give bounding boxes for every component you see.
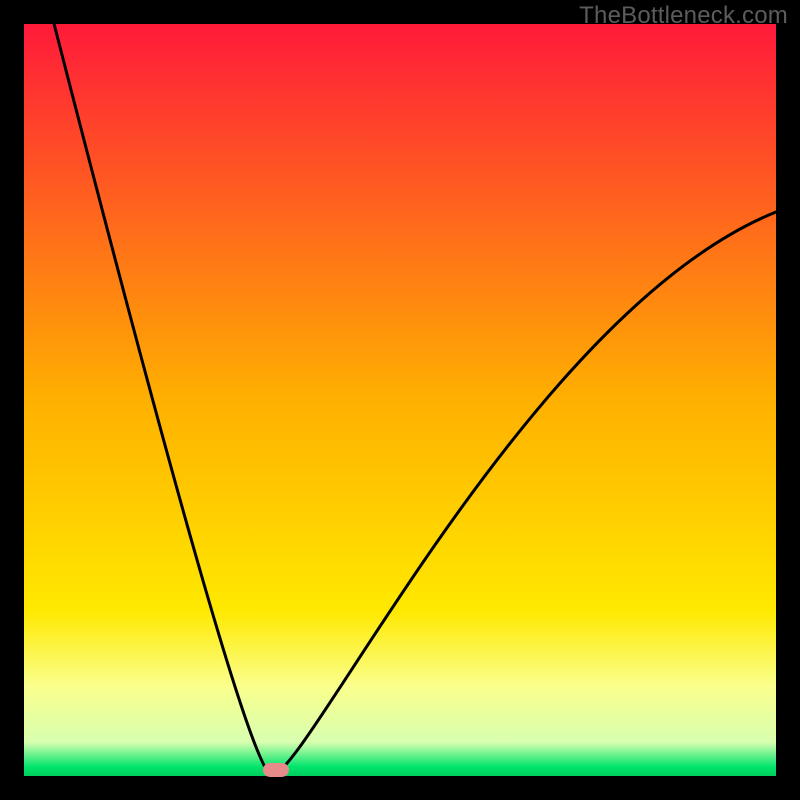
plot-background (24, 24, 776, 776)
bottleneck-chart (0, 0, 800, 800)
chart-container: TheBottleneck.com (0, 0, 800, 800)
minimum-marker (263, 763, 289, 777)
watermark-text: TheBottleneck.com (579, 2, 788, 30)
